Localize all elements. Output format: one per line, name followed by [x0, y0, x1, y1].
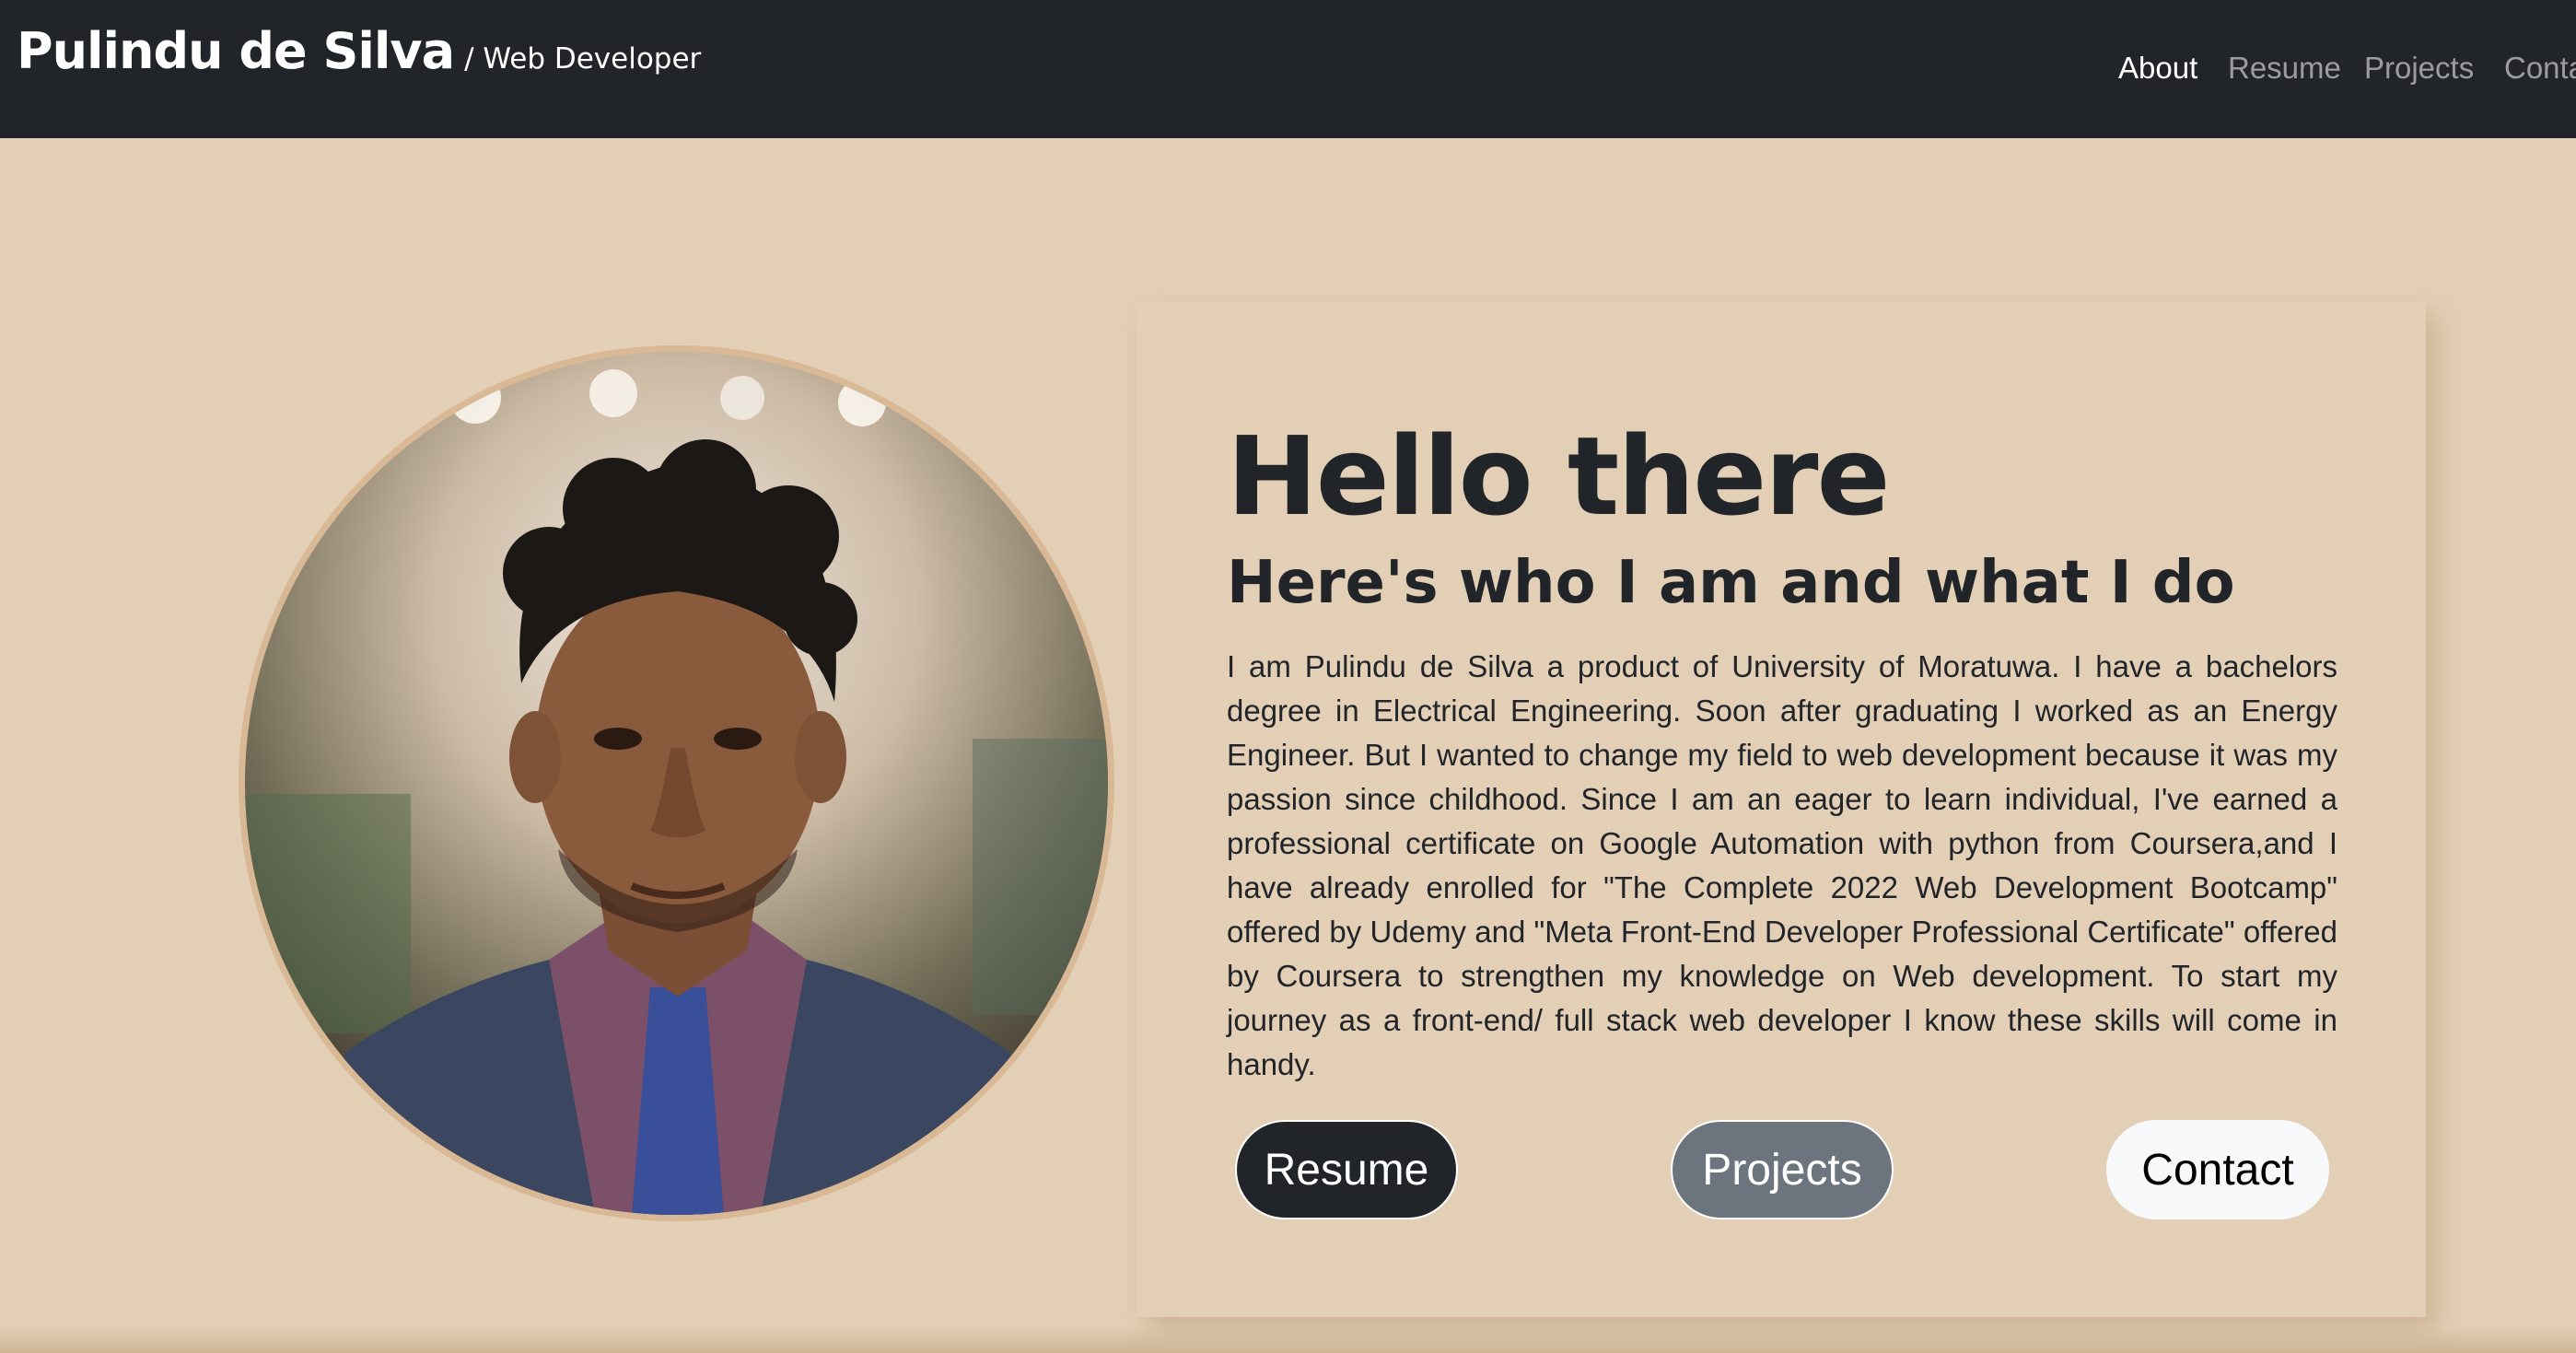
- brand-name: Pulindu de Silva: [17, 22, 455, 80]
- nav-link-projects[interactable]: Projects: [2364, 51, 2474, 86]
- headline: Hello there: [1227, 413, 1890, 540]
- section-bottom-shadow: [0, 1326, 2576, 1353]
- brand-subtitle: / Web Developer: [464, 42, 702, 76]
- nav-link-resume[interactable]: Resume: [2228, 51, 2341, 86]
- contact-button[interactable]: Contact: [2106, 1120, 2329, 1219]
- brand[interactable]: Pulindu de Silva / Web Developer: [17, 22, 701, 80]
- bio-paragraph: I am Pulindu de Silva a product of Unive…: [1227, 649, 2337, 1081]
- profile-photo-frame: [239, 345, 1114, 1221]
- nav-link-about[interactable]: About: [2118, 51, 2197, 86]
- profile-photo-illustration: [245, 352, 1108, 1215]
- nav-link-contact[interactable]: Contact: [2504, 51, 2576, 86]
- profile-photo: [245, 352, 1108, 1215]
- resume-button[interactable]: Resume: [1235, 1120, 1458, 1219]
- projects-button[interactable]: Projects: [1671, 1120, 1894, 1219]
- about-card: Hello there Here's who I am and what I d…: [1136, 302, 2426, 1317]
- subheadline: Here's who I am and what I do: [1227, 549, 2235, 617]
- top-navbar: Pulindu de Silva / Web Developer About R…: [0, 0, 2576, 138]
